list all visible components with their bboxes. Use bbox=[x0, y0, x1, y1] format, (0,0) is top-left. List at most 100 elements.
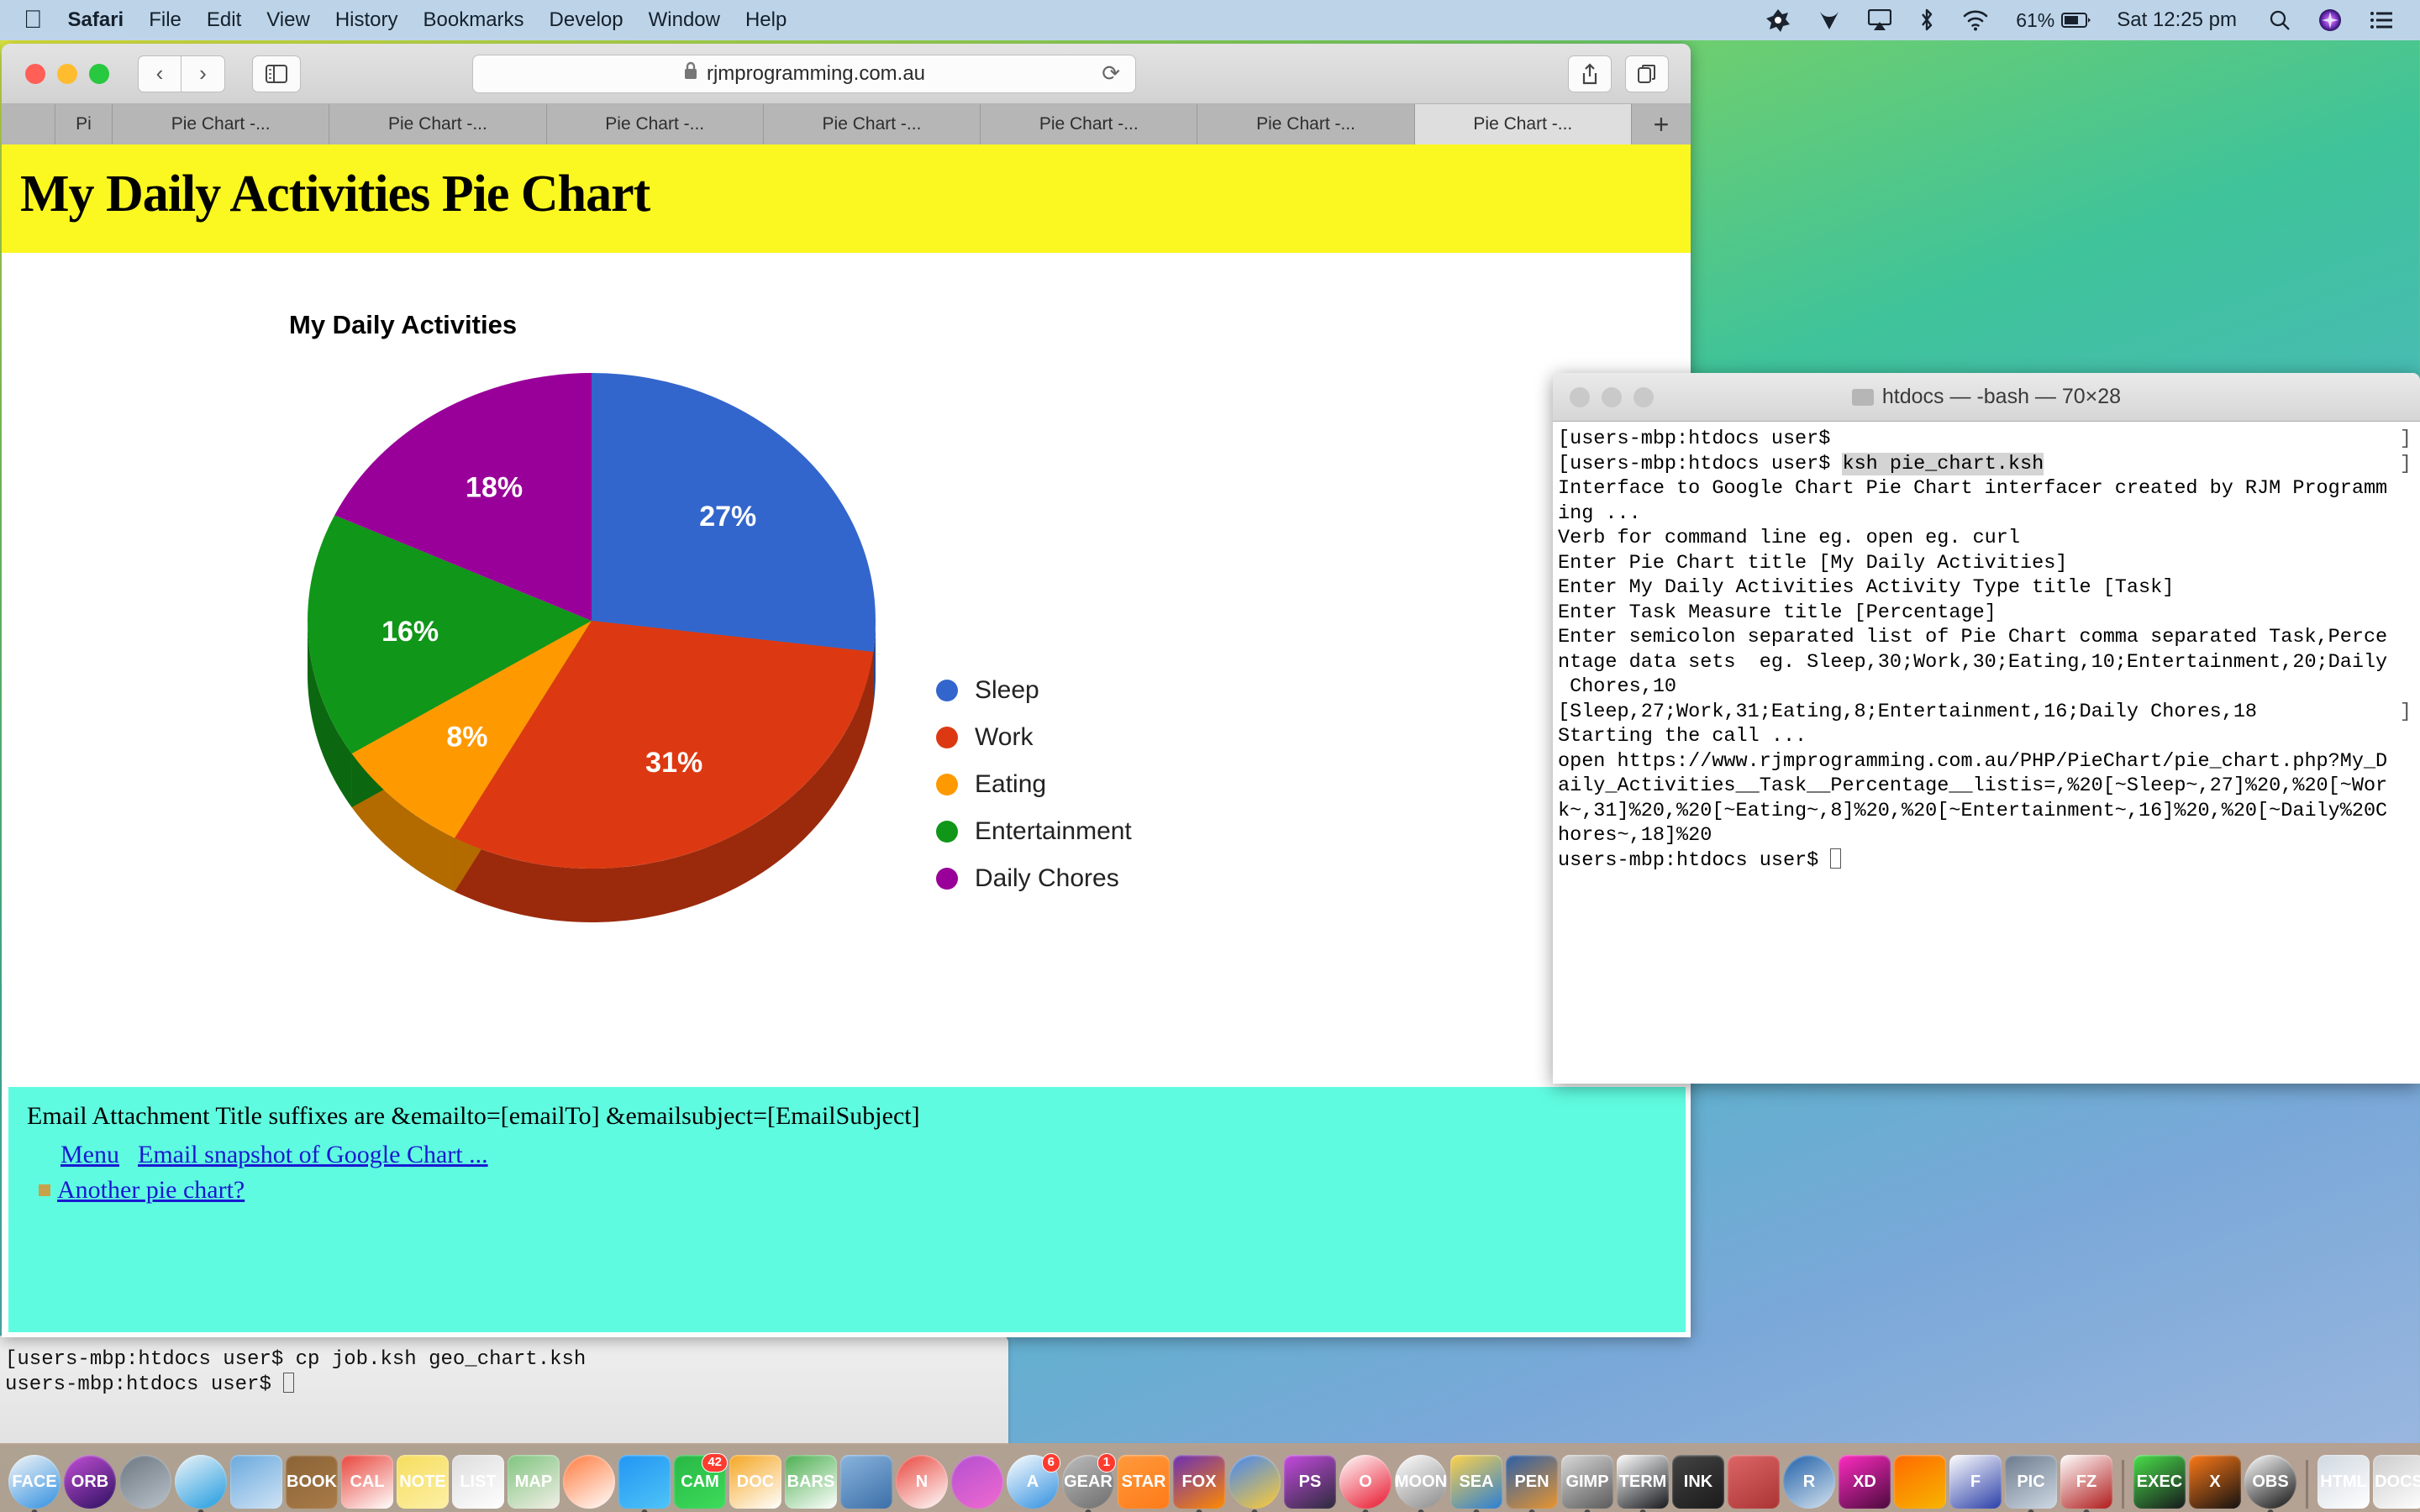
dock-item-obs[interactable]: OBS bbox=[2244, 1455, 2296, 1512]
minimize-button[interactable] bbox=[57, 63, 77, 84]
zoom-button[interactable] bbox=[89, 63, 109, 84]
new-tab-button[interactable]: + bbox=[1631, 104, 1691, 144]
chevron-left-icon[interactable]: ‹ bbox=[138, 55, 182, 92]
legend-item-eating[interactable]: Eating bbox=[936, 770, 1132, 799]
legend-item-sleep[interactable]: Sleep bbox=[936, 676, 1132, 705]
battery-status[interactable]: 61% bbox=[2016, 9, 2091, 32]
menu-item-bookmarks[interactable]: Bookmarks bbox=[424, 8, 524, 32]
dock-item-finder[interactable]: FACE bbox=[8, 1455, 60, 1512]
terminal-line: open https://www.rjmprogramming.com.au/P… bbox=[1558, 749, 2388, 773]
dock-item-html-file[interactable]: HTML bbox=[2317, 1455, 2370, 1509]
dock-item-app-store[interactable]: A6 bbox=[1007, 1453, 1060, 1509]
terminal-output[interactable]: [users-mbp:htdocs user$] [users-mbp:htdoc… bbox=[1553, 422, 2420, 873]
apple-logo-icon[interactable]:  bbox=[24, 8, 43, 33]
notification-center-icon[interactable] bbox=[2370, 11, 2393, 29]
airplay-icon[interactable] bbox=[1868, 9, 1892, 31]
dock-item-xquartz[interactable]: X bbox=[2189, 1455, 2241, 1509]
menu-item-file[interactable]: File bbox=[149, 8, 182, 32]
dock-item-calendar[interactable]: CAL bbox=[341, 1455, 393, 1509]
menu-item-view[interactable]: View bbox=[266, 8, 310, 32]
menu-item-help[interactable]: Help bbox=[745, 8, 786, 32]
dock-item-gimp[interactable]: GIMP bbox=[1561, 1455, 1613, 1512]
email-snapshot-link[interactable]: Email snapshot of Google Chart ... bbox=[138, 1141, 488, 1168]
legend-item-work[interactable]: Work bbox=[936, 723, 1132, 752]
dock-item-maps[interactable]: MAP bbox=[508, 1455, 560, 1509]
dock-item-filemaker[interactable]: F bbox=[1949, 1455, 2002, 1509]
dock-item-notes[interactable]: NOTE bbox=[397, 1455, 449, 1509]
dock-item-filezilla[interactable]: FZ bbox=[2060, 1455, 2112, 1512]
tab-4[interactable]: Pie Chart -... bbox=[763, 104, 981, 144]
dock-item-messages[interactable] bbox=[618, 1455, 671, 1512]
tab-3[interactable]: Pie Chart -... bbox=[546, 104, 764, 144]
dock-item-pale-moon[interactable]: MOON bbox=[1395, 1455, 1447, 1512]
tab-6[interactable]: Pie Chart -... bbox=[1197, 104, 1415, 144]
avast-icon[interactable] bbox=[1765, 8, 1791, 33]
menu-item-edit[interactable]: Edit bbox=[207, 8, 241, 32]
dock-item-document-stack[interactable]: DOCS bbox=[2373, 1455, 2420, 1509]
legend-item-entertainment[interactable]: Entertainment bbox=[936, 817, 1132, 846]
tab-1[interactable]: Pie Chart -... bbox=[113, 104, 330, 144]
menu-link[interactable]: Menu bbox=[60, 1141, 119, 1168]
siri-icon[interactable] bbox=[2317, 8, 2343, 33]
dock-item-itunes[interactable] bbox=[951, 1455, 1003, 1509]
dock-item-terminal[interactable]: TERM bbox=[1617, 1455, 1669, 1512]
tab-7-active[interactable]: Pie Chart -... bbox=[1414, 104, 1632, 144]
address-bar[interactable]: rjmprogramming.com.au ⟳ bbox=[472, 54, 1136, 93]
dock-item-textwrangler[interactable]: PEN bbox=[1506, 1455, 1558, 1512]
dock-item-rstudio[interactable]: R bbox=[1783, 1455, 1835, 1509]
tab-2[interactable]: Pie Chart -... bbox=[329, 104, 547, 144]
malwarebytes-icon[interactable] bbox=[1818, 8, 1841, 32]
dock-item-firefox[interactable]: FOX bbox=[1173, 1455, 1225, 1512]
safari-window[interactable]: ‹ › rjmprogramming.com.au ⟳ Pi Pie Chart… bbox=[2, 44, 1691, 1337]
dock-item-reminders[interactable]: LIST bbox=[452, 1455, 504, 1509]
reload-icon[interactable]: ⟳ bbox=[1102, 60, 1120, 87]
dock-item-system-preferences[interactable]: GEAR 1 bbox=[1062, 1453, 1116, 1512]
menu-item-safari[interactable]: Safari bbox=[68, 8, 124, 32]
spotlight-search-icon[interactable] bbox=[2269, 9, 2291, 31]
legend-item-daily-chores[interactable]: Daily Chores bbox=[936, 864, 1132, 893]
dock-item-chrome[interactable] bbox=[1228, 1455, 1281, 1512]
html-file-icon: HTML bbox=[2317, 1455, 2370, 1509]
sidebar-toggle-icon[interactable] bbox=[252, 55, 301, 92]
bluetooth-icon[interactable] bbox=[1918, 8, 1935, 33]
menu-item-window[interactable]: Window bbox=[649, 8, 720, 32]
dock-item-siri[interactable]: ORB bbox=[64, 1455, 116, 1509]
tab-0[interactable]: Pi bbox=[55, 104, 113, 144]
tab-5[interactable]: Pie Chart -... bbox=[981, 104, 1198, 144]
menu-clock[interactable]: Sat 12:25 pm bbox=[2117, 8, 2237, 32]
terminal-title-bar[interactable]: htdocs — -bash — 70×28 bbox=[1553, 373, 2420, 422]
share-icon[interactable] bbox=[1568, 55, 1612, 92]
dock-item-inkscape[interactable]: INK bbox=[1672, 1455, 1724, 1509]
dock-item-sketch[interactable] bbox=[1894, 1455, 1946, 1509]
show-all-tabs-icon[interactable] bbox=[1625, 55, 1669, 92]
dock-item-launchpad[interactable] bbox=[119, 1455, 171, 1509]
dock-item-numbers[interactable]: BARS bbox=[785, 1455, 837, 1509]
dock-item-mail[interactable] bbox=[230, 1455, 282, 1509]
dock-item-safari[interactable] bbox=[175, 1455, 227, 1512]
chevron-right-icon[interactable]: › bbox=[182, 55, 225, 92]
menu-item-history[interactable]: History bbox=[335, 8, 398, 32]
dock-item-preview[interactable]: PIC bbox=[2005, 1455, 2057, 1512]
menu-item-develop[interactable]: Develop bbox=[550, 8, 623, 32]
dock-item-photos[interactable] bbox=[563, 1455, 615, 1509]
dock-item-opera[interactable]: O bbox=[1339, 1455, 1392, 1512]
wifi-icon[interactable] bbox=[1962, 9, 1989, 31]
dock-item-photo-booth[interactable] bbox=[1728, 1455, 1780, 1509]
window-traffic-lights[interactable] bbox=[25, 63, 109, 84]
calendar-icon: CAL bbox=[341, 1455, 393, 1509]
dock-item-pages[interactable]: DOC bbox=[729, 1455, 781, 1509]
dock-item-adobe-xd[interactable]: XD bbox=[1839, 1455, 1891, 1509]
dock-item-exec[interactable]: EXEC bbox=[2133, 1455, 2186, 1509]
close-button[interactable] bbox=[25, 63, 45, 84]
navigation-buttons[interactable]: ‹ › bbox=[138, 55, 225, 92]
dock-item-facetime[interactable]: CAM 42 bbox=[674, 1453, 728, 1509]
background-terminal-window[interactable]: [users-mbp:htdocs user$ cp job.ksh geo_c… bbox=[0, 1336, 1008, 1445]
terminal-window[interactable]: htdocs — -bash — 70×28 [users-mbp:htdocs… bbox=[1553, 373, 2420, 1084]
dock-item-contacts[interactable]: BOOK bbox=[286, 1455, 338, 1509]
dock-item-phpstorm[interactable]: PS bbox=[1284, 1455, 1336, 1509]
dock-item-avast[interactable]: STAR bbox=[1118, 1455, 1170, 1509]
another-pie-chart-link[interactable]: Another pie chart? bbox=[57, 1176, 245, 1205]
dock-item-keynote[interactable] bbox=[840, 1455, 892, 1509]
dock-item-seamonkey[interactable]: SEA bbox=[1450, 1455, 1502, 1512]
dock-item-news[interactable]: N bbox=[896, 1455, 948, 1509]
